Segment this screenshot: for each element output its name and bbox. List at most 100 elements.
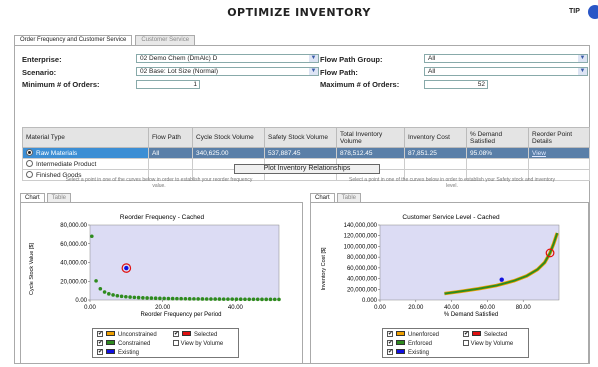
col-material-type: Material Type <box>22 127 149 148</box>
plot-inventory-button[interactable]: Plot Inventory Relationships <box>234 164 380 174</box>
legend-view-by-volume[interactable]: View by Volume <box>463 340 513 347</box>
left-hint: Select a point in one of the curves belo… <box>65 177 253 189</box>
legend-unenforced[interactable]: Unenforced <box>387 330 439 338</box>
y-tick-label: 0.00 <box>75 298 87 304</box>
checkbox[interactable] <box>173 340 179 346</box>
col-cycle-stock: Cycle Stock Volume <box>192 127 265 148</box>
max-orders-label: Maximum # of Orders: <box>320 80 400 89</box>
data-point <box>234 297 239 302</box>
checkbox[interactable] <box>97 339 103 347</box>
data-point <box>221 297 226 301</box>
legend-enforced[interactable]: Enforced <box>387 339 432 347</box>
swatch <box>396 349 405 354</box>
data-point <box>255 297 260 302</box>
legend-unconstrained[interactable]: Unconstrained <box>97 330 157 338</box>
col-demand-satisfied: % Demand Satisfied <box>466 127 529 148</box>
data-point <box>149 296 154 300</box>
radio-button[interactable] <box>26 149 33 156</box>
left-chart-box: Reorder Frequency - Cached 0.00 20,000.00… <box>20 202 303 364</box>
right-chart-tabs: Chart Table <box>310 193 362 202</box>
tab-chart-left[interactable]: Chart <box>20 193 45 202</box>
swatch <box>106 349 115 354</box>
data-point <box>183 296 188 301</box>
data-point <box>136 295 141 300</box>
checkbox[interactable] <box>463 340 469 346</box>
chevron-down-icon: ▼ <box>578 55 587 62</box>
y-tick-label: 60,000,000 <box>347 266 378 272</box>
tab-table-right[interactable]: Table <box>336 193 362 202</box>
y-axis-label: Inventory Cost [$] <box>321 247 327 291</box>
y-tick-label: 140,000,000 <box>344 223 378 229</box>
legend-selected[interactable]: Selected <box>463 330 507 338</box>
data-point <box>213 297 217 301</box>
data-point <box>107 292 111 296</box>
x-tick-label: 0.00 <box>84 305 96 311</box>
checkbox[interactable] <box>173 330 179 338</box>
enterprise-select[interactable]: 02 Demo Chem (DmAlc) D ▼ <box>136 54 319 63</box>
material-cell[interactable]: Intermediate Product <box>22 158 149 170</box>
chevron-down-icon: ▼ <box>578 68 587 75</box>
data-point <box>243 297 247 302</box>
checkbox[interactable] <box>387 348 393 356</box>
legend-existing[interactable]: Existing <box>97 348 139 356</box>
col-flow-path: Flow Path <box>148 127 193 148</box>
data-point <box>98 286 103 291</box>
checkbox[interactable] <box>97 348 103 356</box>
swatch <box>106 331 115 336</box>
flow-path-group-select[interactable]: All ▼ <box>424 54 588 63</box>
y-tick-label: 20,000,000 <box>347 287 378 293</box>
table-cell: 95.08% <box>466 147 529 159</box>
reorder-plot-area[interactable]: 0.00 20,000.00 40,000.00 60,000.00 80,000.00… <box>60 223 281 311</box>
table-cell <box>404 158 467 170</box>
flow-path-label: Flow Path: <box>320 68 358 77</box>
right-chart-box: Customer Service Level - Cached 0.000 20,… <box>310 202 589 364</box>
checkbox[interactable] <box>463 330 469 338</box>
right-legend: Unenforced Enforced Existing Selected Vi… <box>382 328 529 358</box>
x-tick-label: 60.00 <box>480 305 496 311</box>
flow-path-select[interactable]: All ▼ <box>424 67 588 76</box>
legend-constrained[interactable]: Constrained <box>97 339 150 347</box>
radio-button[interactable] <box>26 160 33 167</box>
material-cell[interactable]: Raw Materials <box>22 147 149 159</box>
tab-chart-right[interactable]: Chart <box>310 193 335 202</box>
data-point <box>247 297 252 302</box>
checkbox[interactable] <box>387 330 393 338</box>
table-row[interactable]: Raw Materials All 340,625.00 537,887.45 … <box>22 147 590 159</box>
radio-button[interactable] <box>26 171 33 178</box>
min-orders-input[interactable]: 1 <box>136 80 200 89</box>
data-point <box>90 234 94 239</box>
tab-customer-service[interactable]: Customer Service <box>135 35 196 45</box>
x-tick-label: 40.00 <box>444 305 460 311</box>
data-point <box>230 297 235 301</box>
tab-order-frequency[interactable]: Order Frequency and Customer Service <box>14 35 133 45</box>
data-point <box>158 296 162 301</box>
legend-existing[interactable]: Existing <box>387 348 429 356</box>
enterprise-label: Enterprise: <box>22 55 62 64</box>
table-cell: 537,887.45 <box>264 147 337 159</box>
data-point <box>170 296 175 301</box>
data-point <box>119 294 124 299</box>
legend-view-by-volume[interactable]: View by Volume <box>173 340 223 347</box>
checkbox[interactable] <box>97 330 103 338</box>
data-point <box>260 297 264 302</box>
scenario-select[interactable]: 02 Base: Lot Size (Normal) ▼ <box>136 67 319 76</box>
min-orders-label: Minimum # of Orders: <box>22 80 100 89</box>
tab-table-left[interactable]: Table <box>46 193 72 202</box>
data-point <box>179 296 183 301</box>
service-plot-area[interactable]: 0.000 20,000,000 40,000,000 60,000,000 80,00… <box>344 223 560 311</box>
y-tick-label: 80,000.00 <box>60 223 87 229</box>
y-tick-label: 80,000,000 <box>347 255 378 261</box>
max-orders-input[interactable]: 52 <box>424 80 488 89</box>
view-link[interactable]: View <box>532 150 546 157</box>
help-icon[interactable] <box>588 5 598 19</box>
checkbox[interactable] <box>387 339 393 347</box>
tip-label[interactable]: TIP <box>569 8 580 15</box>
swatch <box>182 331 191 336</box>
data-point <box>132 295 137 300</box>
table-cell: All <box>148 147 193 159</box>
page-title: OPTIMIZE INVENTORY <box>227 6 371 19</box>
x-tick-label: 0.00 <box>374 305 386 311</box>
data-point <box>200 297 205 301</box>
swatch <box>472 331 481 336</box>
legend-selected[interactable]: Selected <box>173 330 217 338</box>
